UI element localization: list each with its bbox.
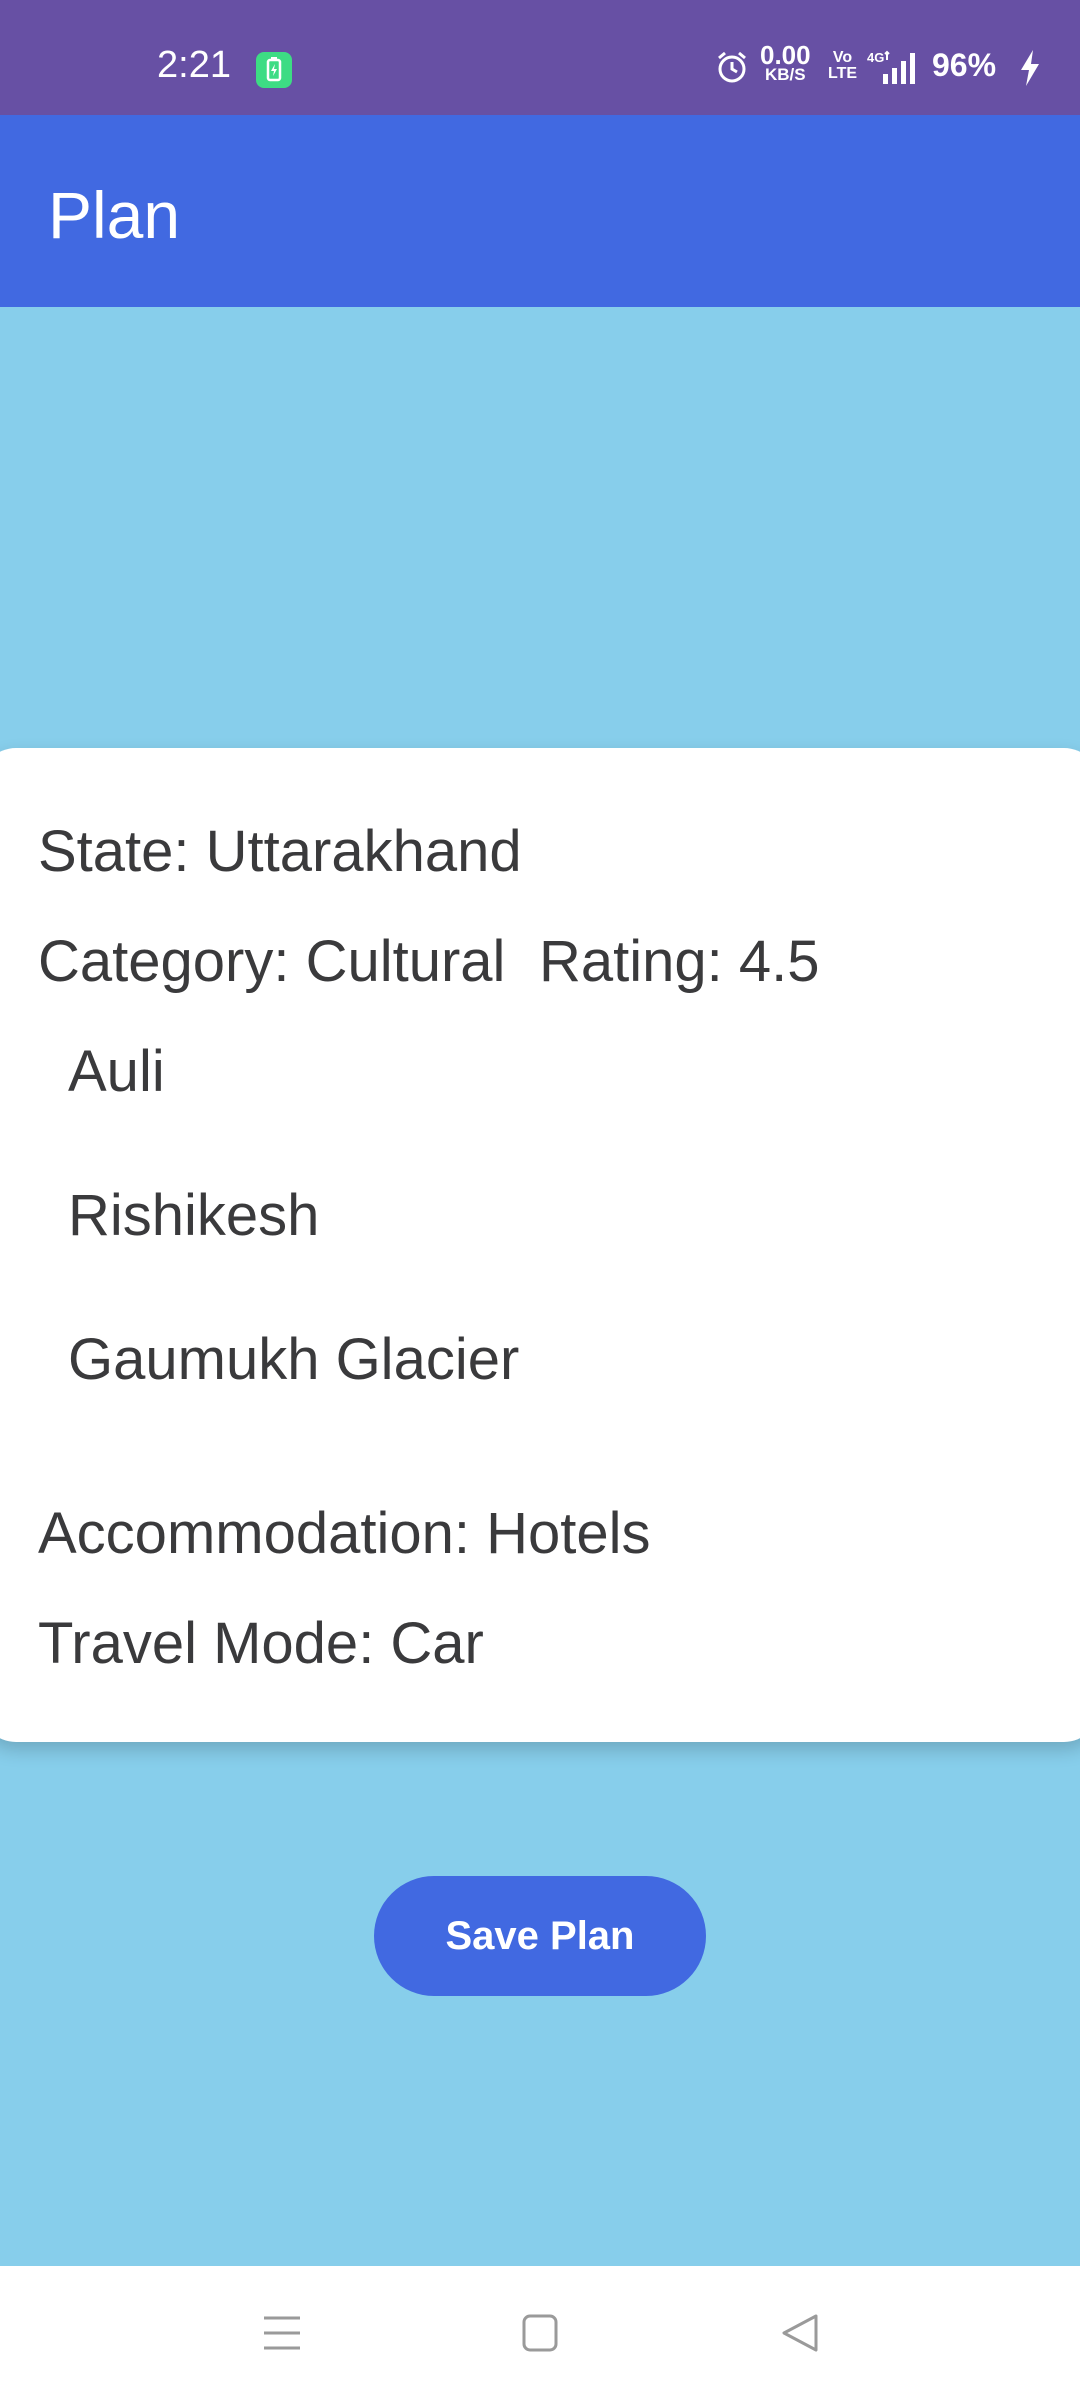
volte-indicator: Vo LTE xyxy=(828,50,857,82)
home-icon[interactable] xyxy=(510,2308,570,2358)
signal-4g-icon: 4G xyxy=(867,50,915,84)
page-title: Plan xyxy=(48,178,181,252)
battery-level: 96% xyxy=(932,47,997,83)
system-nav-bar xyxy=(0,2266,1080,2400)
status-icons: 0.00 KB/S Vo LTE 4G 96% xyxy=(680,0,1080,115)
data-speed: 0.00 KB/S xyxy=(760,42,811,84)
state-text: State: Uttarakhand xyxy=(38,819,522,884)
app-bar: Plan xyxy=(0,115,1080,307)
menu-icon[interactable] xyxy=(252,2308,312,2358)
place-item-rishikesh[interactable]: Rishikesh xyxy=(68,1182,319,1249)
place-item-gaumukh-glacier[interactable]: Gaumukh Glacier xyxy=(68,1326,519,1393)
volte-bottom: LTE xyxy=(828,65,858,82)
category-text: Category: Cultural xyxy=(38,929,506,994)
charging-app-icon xyxy=(256,52,292,88)
accommodation-text: Accommodation: Hotels xyxy=(38,1501,651,1566)
plan-card: State: Uttarakhand Category: Cultural Ra… xyxy=(0,748,1080,1742)
volte-top: Vo xyxy=(832,49,853,66)
status-time: 2:21 xyxy=(157,44,231,86)
data-speed-unit: KB/S xyxy=(764,65,806,84)
travel-mode-text: Travel Mode: Car xyxy=(38,1611,484,1676)
charging-bolt-icon xyxy=(1021,50,1039,86)
save-plan-button[interactable]: Save Plan xyxy=(374,1876,706,1996)
status-bar: 2:21 0.00 KB/S Vo LTE 4G 96% xyxy=(0,0,1080,115)
rating-text: Rating: 4.5 xyxy=(539,929,820,994)
alarm-icon xyxy=(718,51,746,83)
svg-text:4G: 4G xyxy=(867,50,884,65)
back-icon[interactable] xyxy=(770,2308,830,2358)
place-item-auli[interactable]: Auli xyxy=(68,1038,165,1105)
